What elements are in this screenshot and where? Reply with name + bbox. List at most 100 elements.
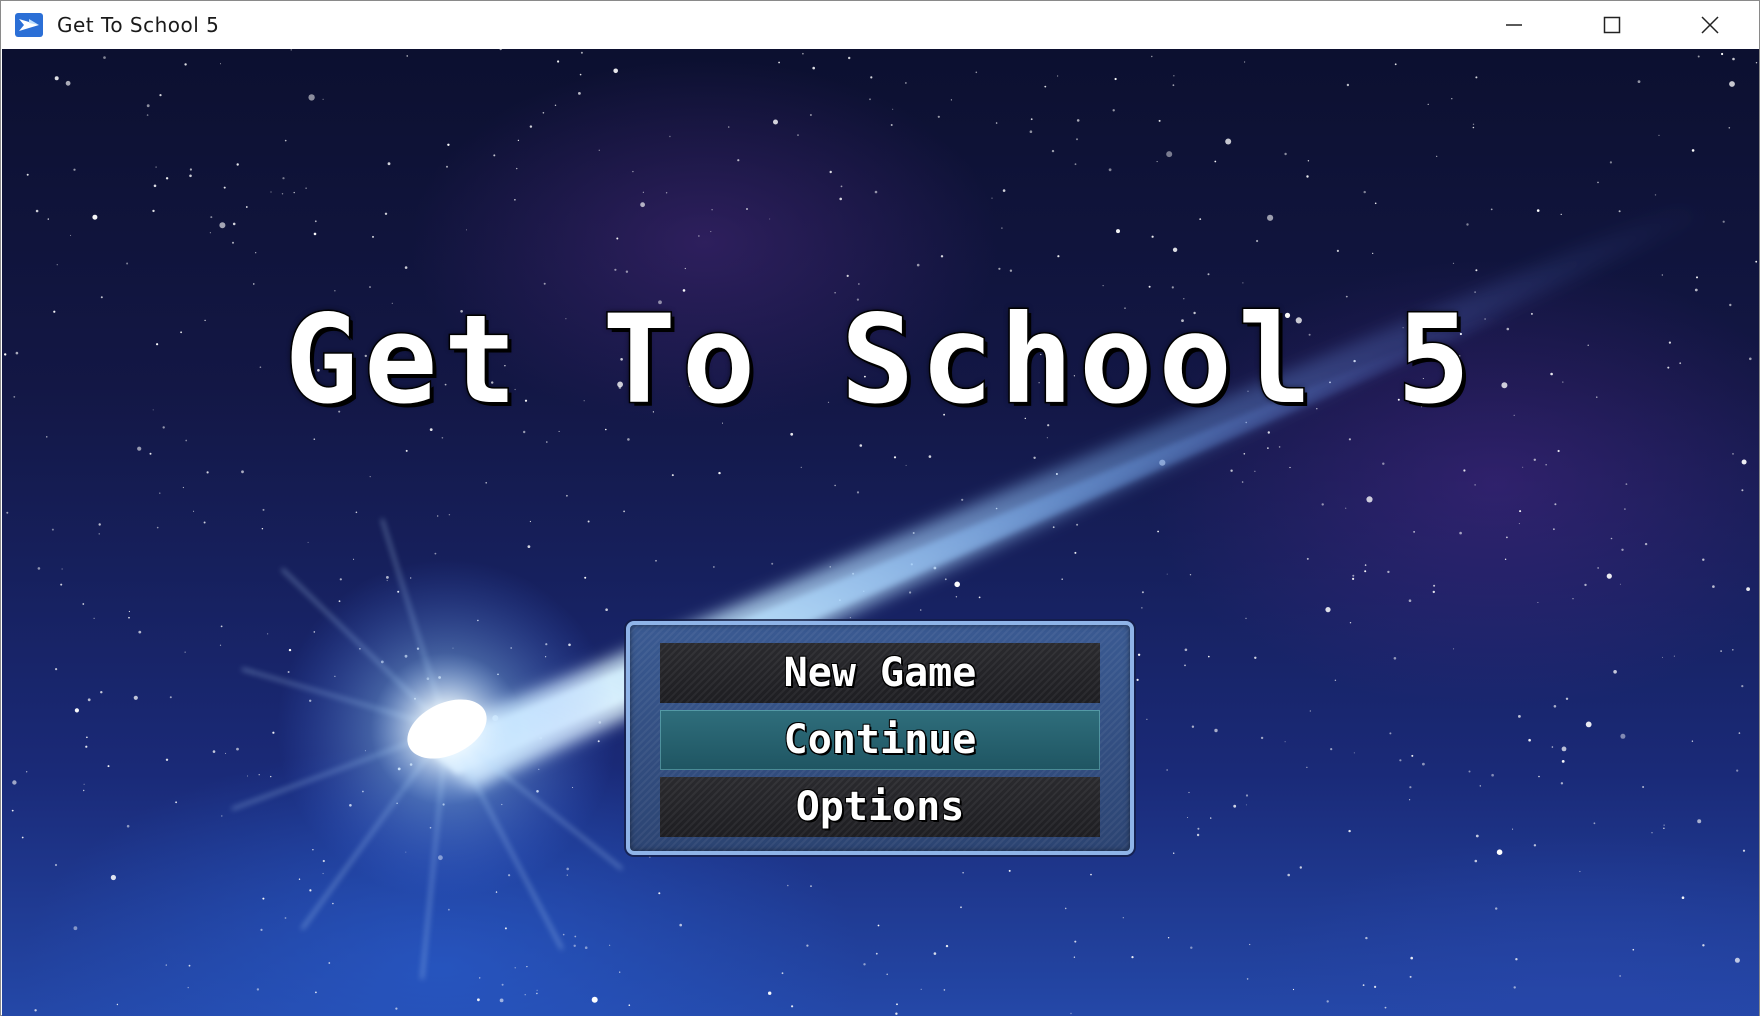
menu-item-new-game[interactable]: New Game	[660, 643, 1100, 703]
star	[1156, 161, 1158, 163]
star	[1475, 76, 1478, 79]
star	[1394, 63, 1397, 66]
star	[1746, 587, 1750, 591]
star	[1519, 510, 1522, 513]
star	[781, 972, 784, 975]
star	[1495, 907, 1498, 910]
star	[1076, 119, 1080, 122]
star	[950, 99, 953, 101]
star	[1696, 276, 1698, 279]
star	[434, 552, 437, 555]
star	[1260, 736, 1264, 740]
star	[1364, 564, 1367, 566]
star	[944, 578, 947, 581]
star	[1593, 822, 1596, 825]
star	[126, 824, 130, 828]
star	[858, 283, 860, 285]
star	[1189, 574, 1192, 576]
game-window: Get To School 5 Get To School 5 New Game…	[0, 0, 1760, 1016]
star	[1167, 937, 1170, 939]
star	[1102, 285, 1104, 287]
star	[905, 464, 907, 466]
star	[1348, 438, 1351, 441]
star	[778, 61, 780, 64]
minimize-button[interactable]	[1465, 1, 1563, 49]
star	[307, 541, 309, 543]
star	[1741, 459, 1747, 465]
star	[1658, 134, 1660, 136]
star	[447, 143, 450, 146]
star	[869, 98, 871, 101]
star	[372, 235, 374, 238]
star	[1325, 607, 1331, 613]
star	[613, 68, 618, 74]
star	[308, 94, 315, 101]
star	[1256, 239, 1259, 243]
star	[1214, 160, 1217, 163]
star	[1651, 832, 1653, 834]
star	[1661, 274, 1663, 276]
star	[54, 76, 59, 81]
star	[896, 1003, 898, 1006]
star	[187, 986, 189, 989]
title-bar[interactable]: Get To School 5	[1, 1, 1759, 49]
star	[920, 988, 922, 990]
star	[155, 166, 157, 168]
star	[466, 229, 467, 231]
star	[153, 184, 157, 188]
star	[203, 521, 206, 524]
star	[1173, 852, 1175, 854]
star	[281, 193, 284, 195]
star	[1245, 794, 1249, 797]
star	[671, 474, 674, 477]
star	[256, 988, 260, 991]
star	[1518, 523, 1520, 525]
star	[46, 436, 48, 438]
star	[1474, 859, 1478, 863]
star	[710, 231, 712, 233]
star	[1336, 249, 1339, 252]
star	[945, 944, 949, 948]
star	[1372, 252, 1374, 254]
star	[1363, 190, 1366, 194]
star	[1230, 469, 1233, 472]
star	[919, 609, 922, 611]
star	[623, 510, 625, 513]
star	[642, 191, 644, 193]
star	[232, 241, 234, 244]
star	[1208, 655, 1210, 658]
star	[1389, 732, 1392, 735]
star	[479, 977, 481, 979]
star	[1613, 670, 1617, 674]
star	[284, 917, 287, 919]
star	[1399, 759, 1402, 762]
maximize-button[interactable]	[1563, 1, 1661, 49]
star	[1720, 650, 1722, 652]
star	[1413, 531, 1415, 533]
star	[711, 209, 713, 211]
game-canvas[interactable]: Get To School 5 New Game Continue Option…	[2, 49, 1759, 1016]
star	[1207, 273, 1210, 276]
star	[165, 964, 167, 966]
star	[1579, 870, 1581, 873]
menu-item-options[interactable]: Options	[660, 777, 1100, 837]
star	[746, 208, 748, 210]
star	[220, 63, 221, 65]
star	[890, 124, 893, 126]
close-button[interactable]	[1661, 1, 1759, 49]
star	[37, 567, 41, 570]
star	[998, 267, 1001, 270]
star	[126, 262, 129, 265]
star	[1712, 585, 1715, 588]
star	[61, 568, 63, 570]
star	[236, 747, 239, 751]
star	[1254, 470, 1256, 472]
star	[1382, 462, 1385, 465]
star	[1364, 570, 1367, 573]
star	[1545, 464, 1547, 466]
menu-item-continue[interactable]: Continue	[660, 710, 1100, 770]
star	[313, 438, 316, 441]
star	[1076, 138, 1078, 141]
star	[1561, 746, 1567, 752]
star	[146, 114, 149, 116]
